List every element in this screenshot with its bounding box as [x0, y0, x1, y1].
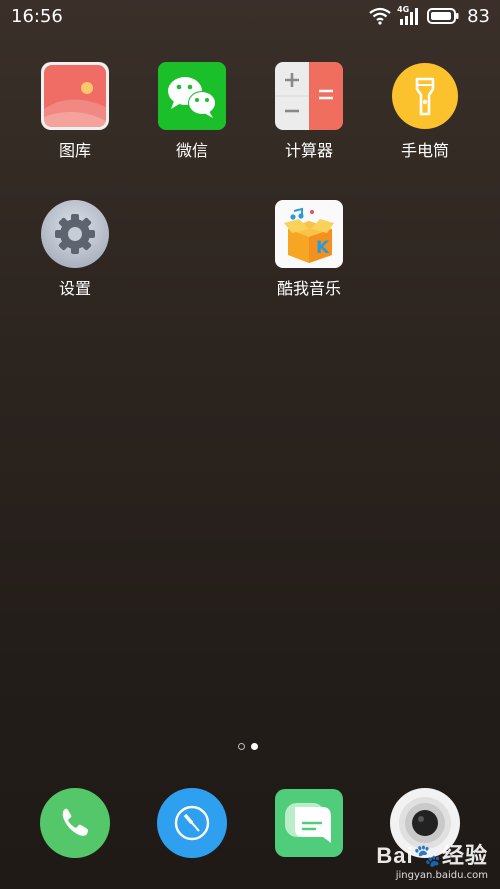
app-label: 设置 [58, 279, 91, 298]
battery-percentage: 83 [467, 5, 490, 27]
wifi-icon [369, 7, 391, 25]
app-label: 手电筒 [400, 141, 449, 160]
app-label: 微信 [175, 141, 208, 160]
app-wechat[interactable]: 微信 [137, 61, 247, 161]
messages-icon[interactable] [273, 787, 345, 859]
page-indicator [238, 743, 258, 750]
app-label: 酷我音乐 [276, 279, 341, 298]
app-kuwo-music[interactable]: K 酷我音乐 [254, 199, 364, 299]
status-bar: 16:56 4G 83 [0, 0, 500, 32]
app-label: 计算器 [284, 141, 333, 160]
clock: 16:56 [11, 6, 63, 27]
status-icons: 4G 83 [369, 5, 490, 27]
cellular-signal-icon: 4G [397, 5, 421, 26]
wechat-icon [157, 61, 227, 131]
watermark: Bai🐾经验 jingyan.baidu.com [376, 838, 488, 881]
app-gallery[interactable]: 图库 [20, 61, 130, 161]
app-settings[interactable]: 设置 [20, 199, 130, 299]
settings-gear-icon [40, 199, 110, 269]
watermark-url: jingyan.baidu.com [395, 870, 488, 881]
app-label: 图库 [58, 141, 91, 160]
app-calculator[interactable]: 计算器 [254, 61, 364, 161]
watermark-logo: Bai🐾经验 [376, 843, 488, 868]
phone-icon[interactable] [39, 787, 111, 859]
page-dot[interactable] [238, 743, 245, 750]
battery-icon [427, 8, 459, 24]
gallery-icon [40, 61, 110, 131]
flashlight-icon [390, 61, 460, 131]
app-flashlight[interactable]: 手电筒 [370, 61, 480, 161]
svg-text:K: K [316, 238, 330, 258]
calculator-icon [274, 61, 344, 131]
browser-compass-icon[interactable] [156, 787, 228, 859]
kuwo-music-icon: K [274, 199, 344, 269]
page-dot-active[interactable] [251, 743, 258, 750]
